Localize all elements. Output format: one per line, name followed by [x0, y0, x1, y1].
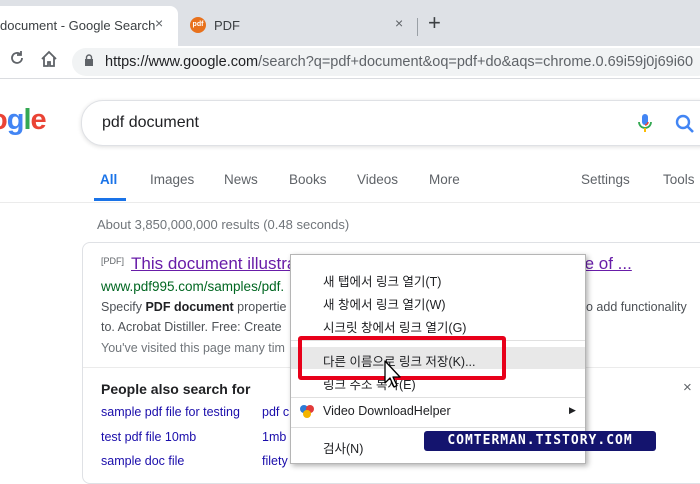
close-icon[interactable]: ×: [155, 15, 163, 31]
menu-item-video-downloadhelper[interactable]: Video DownloadHelper ▶: [291, 400, 585, 422]
related-search-link[interactable]: test pdf file 10mb: [101, 430, 196, 444]
lock-icon: [85, 54, 93, 66]
tab-title: PDF: [214, 18, 240, 33]
google-logo[interactable]: ogle: [0, 104, 47, 137]
logo-letter: o: [0, 104, 8, 136]
tab-strip: document - Google Search × pdf PDF × +: [0, 0, 700, 46]
address-bar[interactable]: https://www.google.com/search?q=pdf+docu…: [72, 48, 700, 76]
tab-title: document - Google Search: [0, 18, 156, 33]
logo-letter: g: [6, 104, 25, 136]
close-icon[interactable]: ×: [683, 379, 692, 396]
tab-images[interactable]: Images: [150, 172, 194, 187]
people-also-search-title: People also search for: [101, 381, 251, 397]
microphone-icon[interactable]: [634, 112, 656, 134]
close-icon[interactable]: ×: [395, 15, 403, 31]
related-search-link[interactable]: sample pdf file for testing: [101, 405, 240, 419]
result-snippet-tail: o add functionality: [586, 300, 687, 314]
submenu-arrow-icon: ▶: [569, 405, 576, 415]
menu-item-open-new-window[interactable]: 새 창에서 링크 열기(W): [291, 290, 585, 312]
related-search-link[interactable]: filety: [262, 454, 288, 468]
reload-icon[interactable]: [9, 50, 25, 71]
related-search-link[interactable]: sample doc file: [101, 454, 184, 468]
mouse-cursor-icon: [384, 360, 401, 388]
search-nav-tabs: All Images News Books Videos More Settin…: [0, 168, 700, 203]
search-icon[interactable]: [674, 113, 696, 135]
related-search-link[interactable]: 1mb: [262, 430, 286, 444]
tab-videos[interactable]: Videos: [357, 172, 398, 187]
new-tab-button[interactable]: +: [428, 10, 441, 36]
pdf-tag: [PDF]: [101, 256, 125, 266]
tab-news[interactable]: News: [224, 172, 258, 187]
video-downloadhelper-icon: [300, 405, 314, 418]
search-input[interactable]: pdf document: [102, 114, 199, 132]
menu-separator: [291, 397, 585, 398]
menu-separator: [291, 427, 585, 428]
menu-item-open-new-tab[interactable]: 새 탭에서 링크 열기(T): [291, 267, 585, 289]
result-snippet: Specify PDF document propertie: [101, 300, 287, 314]
logo-letter: l: [23, 104, 31, 136]
browser-toolbar: https://www.google.com/search?q=pdf+docu…: [0, 46, 700, 79]
tab-google-search[interactable]: document - Google Search ×: [0, 6, 178, 46]
tab-settings[interactable]: Settings: [581, 172, 630, 187]
tab-more[interactable]: More: [429, 172, 460, 187]
tab-all[interactable]: All: [100, 172, 117, 187]
active-tab-indicator: [94, 198, 126, 201]
tab-tools[interactable]: Tools: [663, 172, 695, 187]
result-snippet-line2: to. Acrobat Distiller. Free: Create: [101, 320, 282, 334]
related-search-link[interactable]: pdf c: [262, 405, 289, 419]
logo-letter: e: [30, 104, 47, 136]
visited-note: You've visited this page many tim: [101, 341, 285, 355]
tab-pdf[interactable]: pdf PDF ×: [180, 6, 416, 46]
pdf995-favicon-icon: pdf: [190, 17, 206, 33]
home-icon[interactable]: [40, 50, 58, 73]
tab-divider: [417, 18, 418, 36]
search-box[interactable]: pdf document: [81, 100, 700, 146]
result-stats: About 3,850,000,000 results (0.48 second…: [97, 217, 350, 232]
menu-item-open-incognito[interactable]: 시크릿 창에서 링크 열기(G): [291, 313, 585, 335]
tab-books[interactable]: Books: [289, 172, 327, 187]
watermark: COMTERMAN.TISTORY.COM: [424, 431, 656, 451]
result-url[interactable]: www.pdf995.com/samples/pdf.: [101, 279, 284, 294]
url-text: https://www.google.com/search?q=pdf+docu…: [105, 54, 694, 70]
